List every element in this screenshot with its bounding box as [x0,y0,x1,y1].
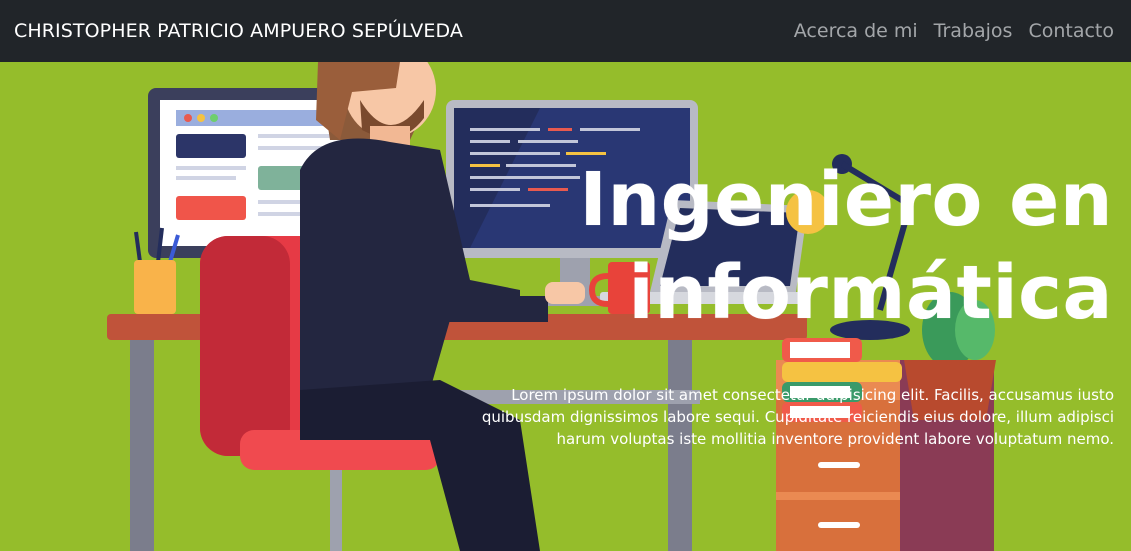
hero-section: Ingeniero en informática Lorem ipsum dol… [0,62,1131,551]
hero-description: Lorem ipsum dolor sit amet consectetur a… [481,386,1114,448]
hero-title: Ingeniero en informática [579,157,1113,336]
brand-link[interactable]: CHRISTOPHER PATRICIO AMPUERO SEPÚLVEDA [14,20,463,42]
nav-links: Acerca de mi Trabajos Contacto [794,20,1114,42]
navbar: CHRISTOPHER PATRICIO AMPUERO SEPÚLVEDA A… [0,0,1131,62]
nav-link-contacto[interactable]: Contacto [1028,20,1114,42]
nav-link-trabajos[interactable]: Trabajos [934,20,1013,42]
nav-link-acerca[interactable]: Acerca de mi [794,20,918,42]
